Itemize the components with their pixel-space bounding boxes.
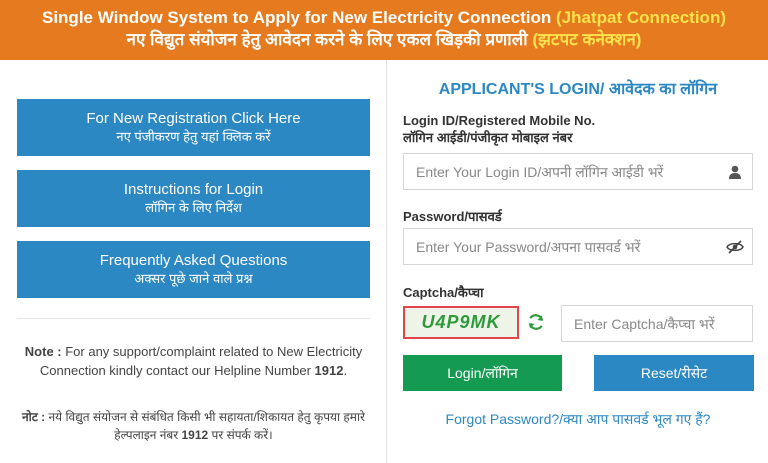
banner-title-en-highlight: (Jhatpat Connection) [556, 8, 726, 27]
forgot-password-link[interactable]: Forgot Password?/क्या आप पासवर्ड भूल गए … [388, 410, 768, 429]
login-panel: APPLICANT'S LOGIN/ आवेदक का लॉगिन Login … [388, 60, 768, 463]
captcha-label: Captcha/कैप्चा [403, 285, 484, 300]
banner-title-hi-main: नए विद्युत संयोजन हेतु आवेदन करने के लिए… [126, 30, 528, 49]
login-id-label: Login ID/Registered Mobile No. लॉगिन आईड… [403, 112, 595, 146]
login-id-field [403, 153, 753, 190]
support-note-en-label: Note : [24, 344, 62, 359]
new-registration-label-hi: नए पंजीकरण हेतु यहां क्लिक करें [116, 129, 271, 144]
faq-label-en: Frequently Asked Questions [99, 252, 288, 269]
user-icon [718, 164, 752, 180]
support-note-hi-label: नोट : [22, 410, 46, 424]
login-instructions-label-hi: लॉगिन के लिए निर्देश [145, 200, 242, 215]
new-registration-label-en: For New Registration Click Here [86, 110, 301, 127]
support-note-hi-end: पर संपर्क करें। [208, 428, 273, 442]
login-instructions-button[interactable]: Instructions for Login लॉगिन के लिए निर्… [17, 170, 370, 227]
banner-title-en: Single Window System to Apply for New El… [0, 7, 768, 29]
new-registration-button[interactable]: For New Registration Click Here नए पंजीक… [17, 99, 370, 156]
support-note-hi: नोट : नये विद्युत संयोजन से संबंधित किसी… [17, 408, 370, 444]
eye-slash-icon[interactable] [718, 239, 752, 255]
login-title: APPLICANT'S LOGIN/ आवेदक का लॉगिन [438, 81, 718, 98]
faq-label-hi: अक्सर पूछे जाने वाले प्रश्न [134, 271, 253, 286]
password-field [403, 228, 753, 265]
banner-title-hi-highlight: (झटपट कनेक्शन) [532, 30, 642, 49]
banner-title-hi: नए विद्युत संयोजन हेतु आवेदन करने के लिए… [0, 29, 768, 51]
login-button[interactable]: Login/लॉगिन [403, 355, 562, 391]
support-note-en: Note : For any support/complaint related… [17, 342, 370, 380]
support-note-hi-helpline: 1912 [181, 428, 209, 442]
left-panel: For New Registration Click Here नए पंजीक… [0, 60, 387, 463]
captcha-field [561, 305, 755, 342]
login-instructions-label-en: Instructions for Login [123, 181, 264, 198]
password-label: Password/पासवर्ड [403, 209, 502, 224]
support-note-en-end: . [343, 363, 348, 378]
banner-title-en-main: Single Window System to Apply for New El… [41, 8, 552, 27]
password-input[interactable] [404, 229, 718, 264]
refresh-icon[interactable] [526, 312, 546, 332]
page-banner: Single Window System to Apply for New El… [0, 0, 768, 60]
login-id-label-en: Login ID/Registered Mobile No. [403, 113, 596, 128]
captcha-input[interactable] [562, 306, 755, 341]
captcha-image: U4P9MK [403, 306, 519, 339]
left-divider [17, 318, 370, 319]
support-note-en-helpline: 1912 [314, 363, 344, 378]
reset-button[interactable]: Reset/रीसेट [594, 355, 754, 391]
faq-button[interactable]: Frequently Asked Questions अक्सर पूछे जा… [17, 241, 370, 298]
login-id-input[interactable] [404, 154, 718, 189]
login-id-label-hi: लॉगिन आईडी/पंजीकृत मोबाइल नंबर [403, 130, 573, 145]
